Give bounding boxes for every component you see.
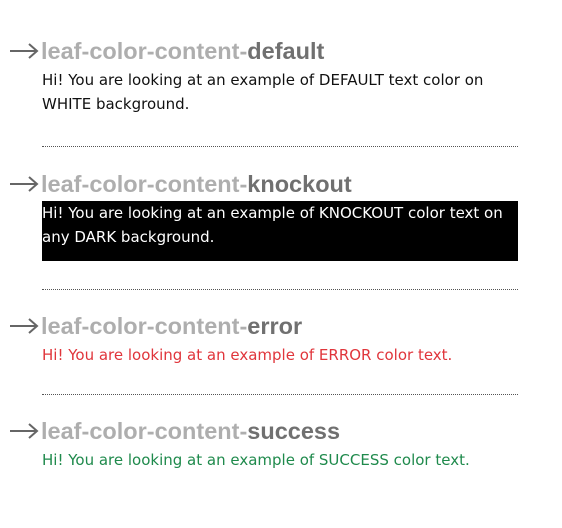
section-divider: [42, 146, 518, 147]
token-name-prefix: leaf-color-content-: [41, 37, 248, 64]
token-name-suffix: default: [247, 37, 325, 64]
sample-text-default: Hi! You are looking at an example of DEF…: [42, 71, 484, 113]
token-name: leaf-color-content-success: [41, 418, 340, 445]
sample-text-knockout: Hi! You are looking at an example of KNO…: [42, 201, 518, 261]
token-name-prefix: leaf-color-content-: [41, 417, 248, 444]
token-name: leaf-color-content-knockout: [41, 171, 352, 198]
token-heading-error: leaf-color-content-error: [0, 311, 302, 341]
arrow-right-icon: [9, 311, 39, 341]
section-divider: [42, 289, 518, 290]
arrow-right-icon: [9, 36, 39, 66]
token-name: leaf-color-content-error: [41, 313, 302, 340]
token-heading-success: leaf-color-content-success: [0, 416, 340, 446]
token-heading-default: leaf-color-content-default: [0, 36, 324, 66]
token-name: leaf-color-content-default: [41, 38, 324, 65]
token-name-suffix: error: [247, 312, 303, 339]
sample-text-success: Hi! You are looking at an example of SUC…: [42, 451, 470, 469]
token-heading-knockout: leaf-color-content-knockout: [0, 169, 352, 199]
token-name-suffix: success: [247, 417, 341, 444]
section-divider: [42, 394, 518, 395]
sample-text-error: Hi! You are looking at an example of ERR…: [42, 346, 453, 364]
arrow-right-icon: [9, 416, 39, 446]
token-name-prefix: leaf-color-content-: [41, 170, 248, 197]
token-name-prefix: leaf-color-content-: [41, 312, 248, 339]
token-name-suffix: knockout: [247, 170, 352, 197]
arrow-right-icon: [9, 169, 39, 199]
